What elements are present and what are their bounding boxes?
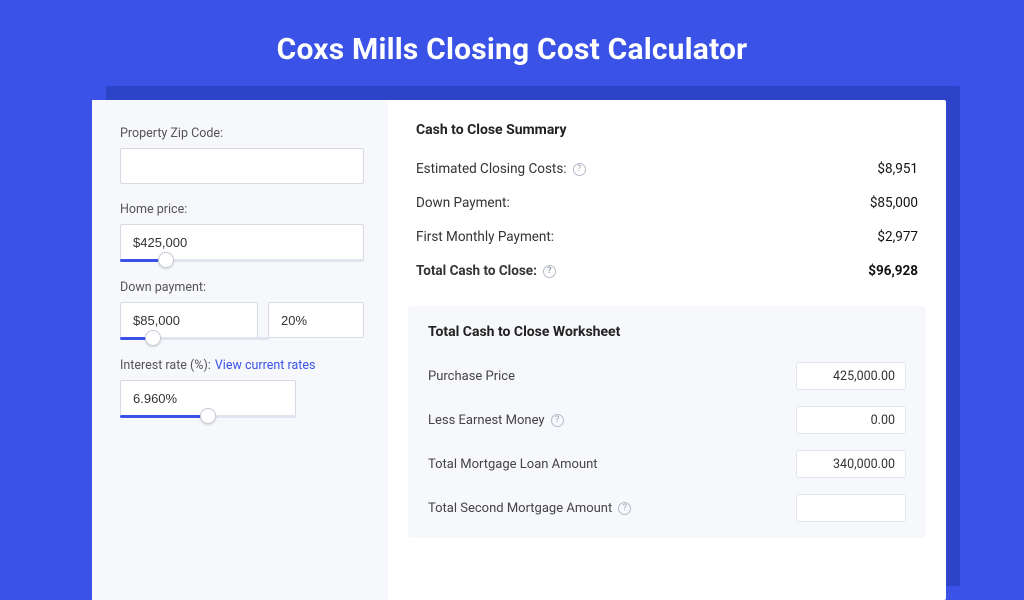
- summary-list: Estimated Closing Costs:? $8,951 Down Paym…: [416, 152, 918, 288]
- summary-row-label-text: Total Cash to Close:: [416, 263, 537, 279]
- summary-row: Estimated Closing Costs:? $8,951: [416, 152, 918, 186]
- zip-label: Property Zip Code:: [120, 126, 364, 141]
- down-payment-input[interactable]: [120, 302, 258, 338]
- calculator-card: Property Zip Code: Home price: Down paym…: [92, 100, 946, 600]
- home-price-field: Home price:: [120, 202, 364, 262]
- summary-row-label: First Monthly Payment:: [416, 229, 554, 245]
- home-price-input[interactable]: [120, 224, 364, 260]
- interest-label: Interest rate (%): View current rates: [120, 358, 364, 373]
- down-payment-slider[interactable]: [120, 337, 269, 340]
- summary-row-value: $96,928: [868, 263, 918, 279]
- interest-label-prefix: Interest rate (%):: [120, 358, 211, 373]
- worksheet-row-label-text: Total Second Mortgage Amount: [428, 501, 612, 516]
- interest-field: Interest rate (%): View current rates: [120, 358, 364, 418]
- worksheet-row-label: Less Earnest Money?: [428, 413, 564, 428]
- worksheet-list: Purchase Price 425,000.00 Less Earnest Mon…: [428, 354, 906, 530]
- summary-row-value: $2,977: [877, 229, 918, 245]
- worksheet-row-value[interactable]: 340,000.00: [796, 450, 906, 478]
- worksheet-row: Purchase Price 425,000.00: [428, 354, 906, 398]
- help-icon[interactable]: ?: [551, 414, 564, 427]
- interest-slider-fill: [120, 415, 208, 418]
- summary-row-value: $8,951: [877, 161, 918, 177]
- worksheet-row-label: Total Second Mortgage Amount?: [428, 501, 631, 516]
- zip-field: Property Zip Code:: [120, 126, 364, 184]
- down-payment-slider-knob[interactable]: [145, 330, 161, 346]
- home-price-slider[interactable]: [120, 259, 364, 262]
- worksheet-row-label: Total Mortgage Loan Amount: [428, 457, 598, 472]
- summary-row-value: $85,000: [870, 195, 918, 211]
- page-title: Coxs Mills Closing Cost Calculator: [0, 0, 1024, 67]
- worksheet-row-label: Purchase Price: [428, 369, 515, 384]
- worksheet-row-label-text: Purchase Price: [428, 369, 515, 384]
- results-panel: Cash to Close Summary Estimated Closing …: [388, 100, 946, 600]
- view-rates-link[interactable]: View current rates: [215, 358, 316, 373]
- worksheet-row: Less Earnest Money? 0.00: [428, 398, 906, 442]
- interest-slider[interactable]: [120, 415, 296, 418]
- interest-slider-knob[interactable]: [200, 408, 216, 424]
- worksheet-section: Total Cash to Close Worksheet Purchase P…: [408, 306, 926, 538]
- worksheet-row-label-text: Less Earnest Money: [428, 413, 545, 428]
- summary-heading: Cash to Close Summary: [416, 122, 918, 138]
- worksheet-row-value[interactable]: 425,000.00: [796, 362, 906, 390]
- home-price-label: Home price:: [120, 202, 364, 217]
- worksheet-row-label-text: Total Mortgage Loan Amount: [428, 457, 598, 472]
- worksheet-row-value[interactable]: [796, 494, 906, 522]
- summary-row-label: Estimated Closing Costs:?: [416, 161, 586, 177]
- summary-row: First Monthly Payment: $2,977: [416, 220, 918, 254]
- help-icon[interactable]: ?: [573, 163, 586, 176]
- help-icon[interactable]: ?: [543, 265, 556, 278]
- down-payment-field: Down payment:: [120, 280, 364, 340]
- down-payment-label: Down payment:: [120, 280, 364, 295]
- summary-row-label-text: First Monthly Payment:: [416, 229, 554, 245]
- summary-row-label: Total Cash to Close:?: [416, 263, 556, 279]
- home-price-slider-knob[interactable]: [158, 252, 174, 268]
- worksheet-row-value[interactable]: 0.00: [796, 406, 906, 434]
- zip-input[interactable]: [120, 148, 364, 184]
- help-icon[interactable]: ?: [618, 502, 631, 515]
- down-payment-pct-input[interactable]: [268, 302, 364, 338]
- summary-row: Down Payment: $85,000: [416, 186, 918, 220]
- worksheet-row: Total Mortgage Loan Amount 340,000.00: [428, 442, 906, 486]
- summary-row-label-text: Down Payment:: [416, 195, 510, 211]
- summary-row-label-text: Estimated Closing Costs:: [416, 161, 567, 177]
- section-divider: [416, 288, 918, 306]
- worksheet-row: Total Second Mortgage Amount?: [428, 486, 906, 530]
- worksheet-heading: Total Cash to Close Worksheet: [428, 324, 906, 340]
- inputs-panel: Property Zip Code: Home price: Down paym…: [92, 100, 388, 600]
- summary-row-label: Down Payment:: [416, 195, 510, 211]
- summary-row: Total Cash to Close:? $96,928: [416, 254, 918, 288]
